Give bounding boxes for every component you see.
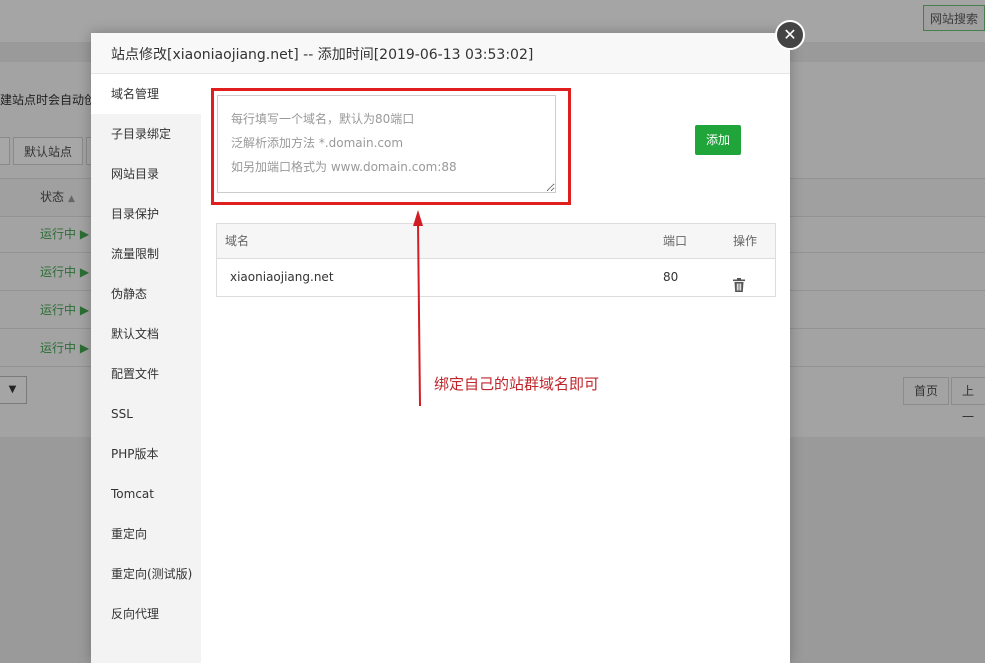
table-row: xiaoniaojiang.net 80 bbox=[217, 259, 775, 296]
background-notice: 建站点时会自动创 bbox=[0, 93, 97, 107]
status-running[interactable]: 运行中 ▶ bbox=[40, 263, 89, 280]
port-cell: 80 bbox=[663, 270, 679, 284]
sidebar-item-default-document[interactable]: 默认文档 bbox=[91, 314, 201, 354]
status-running[interactable]: 运行中 ▶ bbox=[40, 301, 89, 318]
default-site-button[interactable]: 默认站点 bbox=[13, 137, 84, 165]
first-page-button[interactable]: 首页 bbox=[903, 377, 950, 405]
status-label: 运行中 bbox=[40, 227, 77, 241]
close-dialog-button[interactable]: ✕ bbox=[775, 20, 805, 50]
status-running[interactable]: 运行中 ▶ bbox=[40, 225, 89, 242]
sidebar-item-config-file[interactable]: 配置文件 bbox=[91, 354, 201, 394]
status-label: 运行中 bbox=[40, 341, 77, 355]
domain-cell: xiaoniaojiang.net bbox=[230, 270, 334, 284]
page-size-select[interactable]: ▼ bbox=[0, 376, 27, 404]
status-header-label: 状态 bbox=[40, 190, 65, 204]
column-header-action: 操作 bbox=[733, 234, 758, 248]
status-running[interactable]: 运行中 ▶ bbox=[40, 339, 89, 356]
dialog-title: 站点修改[xiaoniaojiang.net] -- 添加时间[2019-06-… bbox=[111, 47, 534, 63]
status-label: 运行中 bbox=[40, 303, 77, 317]
status-column-header[interactable]: 状态 ▲ bbox=[40, 188, 75, 205]
sidebar-item-redirect-beta[interactable]: 重定向(测试版) bbox=[91, 554, 201, 594]
column-header-domain: 域名 bbox=[225, 234, 250, 248]
play-icon: ▶ bbox=[79, 265, 90, 279]
annotation-text: 绑定自己的站群域名即可 bbox=[434, 375, 600, 393]
domain-table: 域名 端口 操作 xiaoniaojiang.net 80 bbox=[216, 223, 776, 297]
close-icon: ✕ bbox=[783, 25, 797, 44]
site-search-button[interactable]: 网站搜索 bbox=[923, 5, 985, 31]
sidebar-item-domain-management[interactable]: 域名管理 bbox=[91, 74, 201, 114]
prev-page-button[interactable]: 上一 bbox=[951, 377, 985, 424]
sidebar-item-site-directory[interactable]: 网站目录 bbox=[91, 154, 201, 194]
sort-up-icon: ▲ bbox=[68, 194, 75, 204]
sidebar-item-directory-protection[interactable]: 目录保护 bbox=[91, 194, 201, 234]
sidebar-item-reverse-proxy[interactable]: 反向代理 bbox=[91, 594, 201, 634]
background-button-partial[interactable] bbox=[0, 137, 10, 165]
sidebar-item-rewrite[interactable]: 伪静态 bbox=[91, 274, 201, 314]
status-label: 运行中 bbox=[40, 265, 77, 279]
dialog-header: 站点修改[xiaoniaojiang.net] -- 添加时间[2019-06-… bbox=[91, 33, 790, 74]
sidebar-item-ssl[interactable]: SSL bbox=[91, 394, 201, 434]
site-edit-dialog: 站点修改[xiaoniaojiang.net] -- 添加时间[2019-06-… bbox=[91, 33, 790, 663]
column-header-port: 端口 bbox=[663, 234, 688, 248]
trash-icon[interactable] bbox=[733, 270, 745, 292]
sidebar-item-traffic-limit[interactable]: 流量限制 bbox=[91, 234, 201, 274]
add-domain-button[interactable]: 添加 bbox=[695, 125, 741, 155]
domain-input[interactable] bbox=[217, 95, 556, 193]
play-icon: ▶ bbox=[79, 341, 90, 355]
sidebar-item-php-version[interactable]: PHP版本 bbox=[91, 434, 201, 474]
play-icon: ▶ bbox=[79, 303, 90, 317]
dialog-sidebar: 域名管理 子目录绑定 网站目录 目录保护 流量限制 伪静态 默认文档 配置文件 … bbox=[91, 74, 201, 663]
sidebar-item-tomcat[interactable]: Tomcat bbox=[91, 474, 201, 514]
chevron-down-icon: ▼ bbox=[8, 384, 17, 395]
trash-icon-graphic bbox=[733, 278, 745, 292]
sidebar-item-subdirectory-binding[interactable]: 子目录绑定 bbox=[91, 114, 201, 154]
sidebar-item-redirect[interactable]: 重定向 bbox=[91, 514, 201, 554]
table-header: 域名 端口 操作 bbox=[217, 224, 775, 259]
play-icon: ▶ bbox=[79, 227, 90, 241]
